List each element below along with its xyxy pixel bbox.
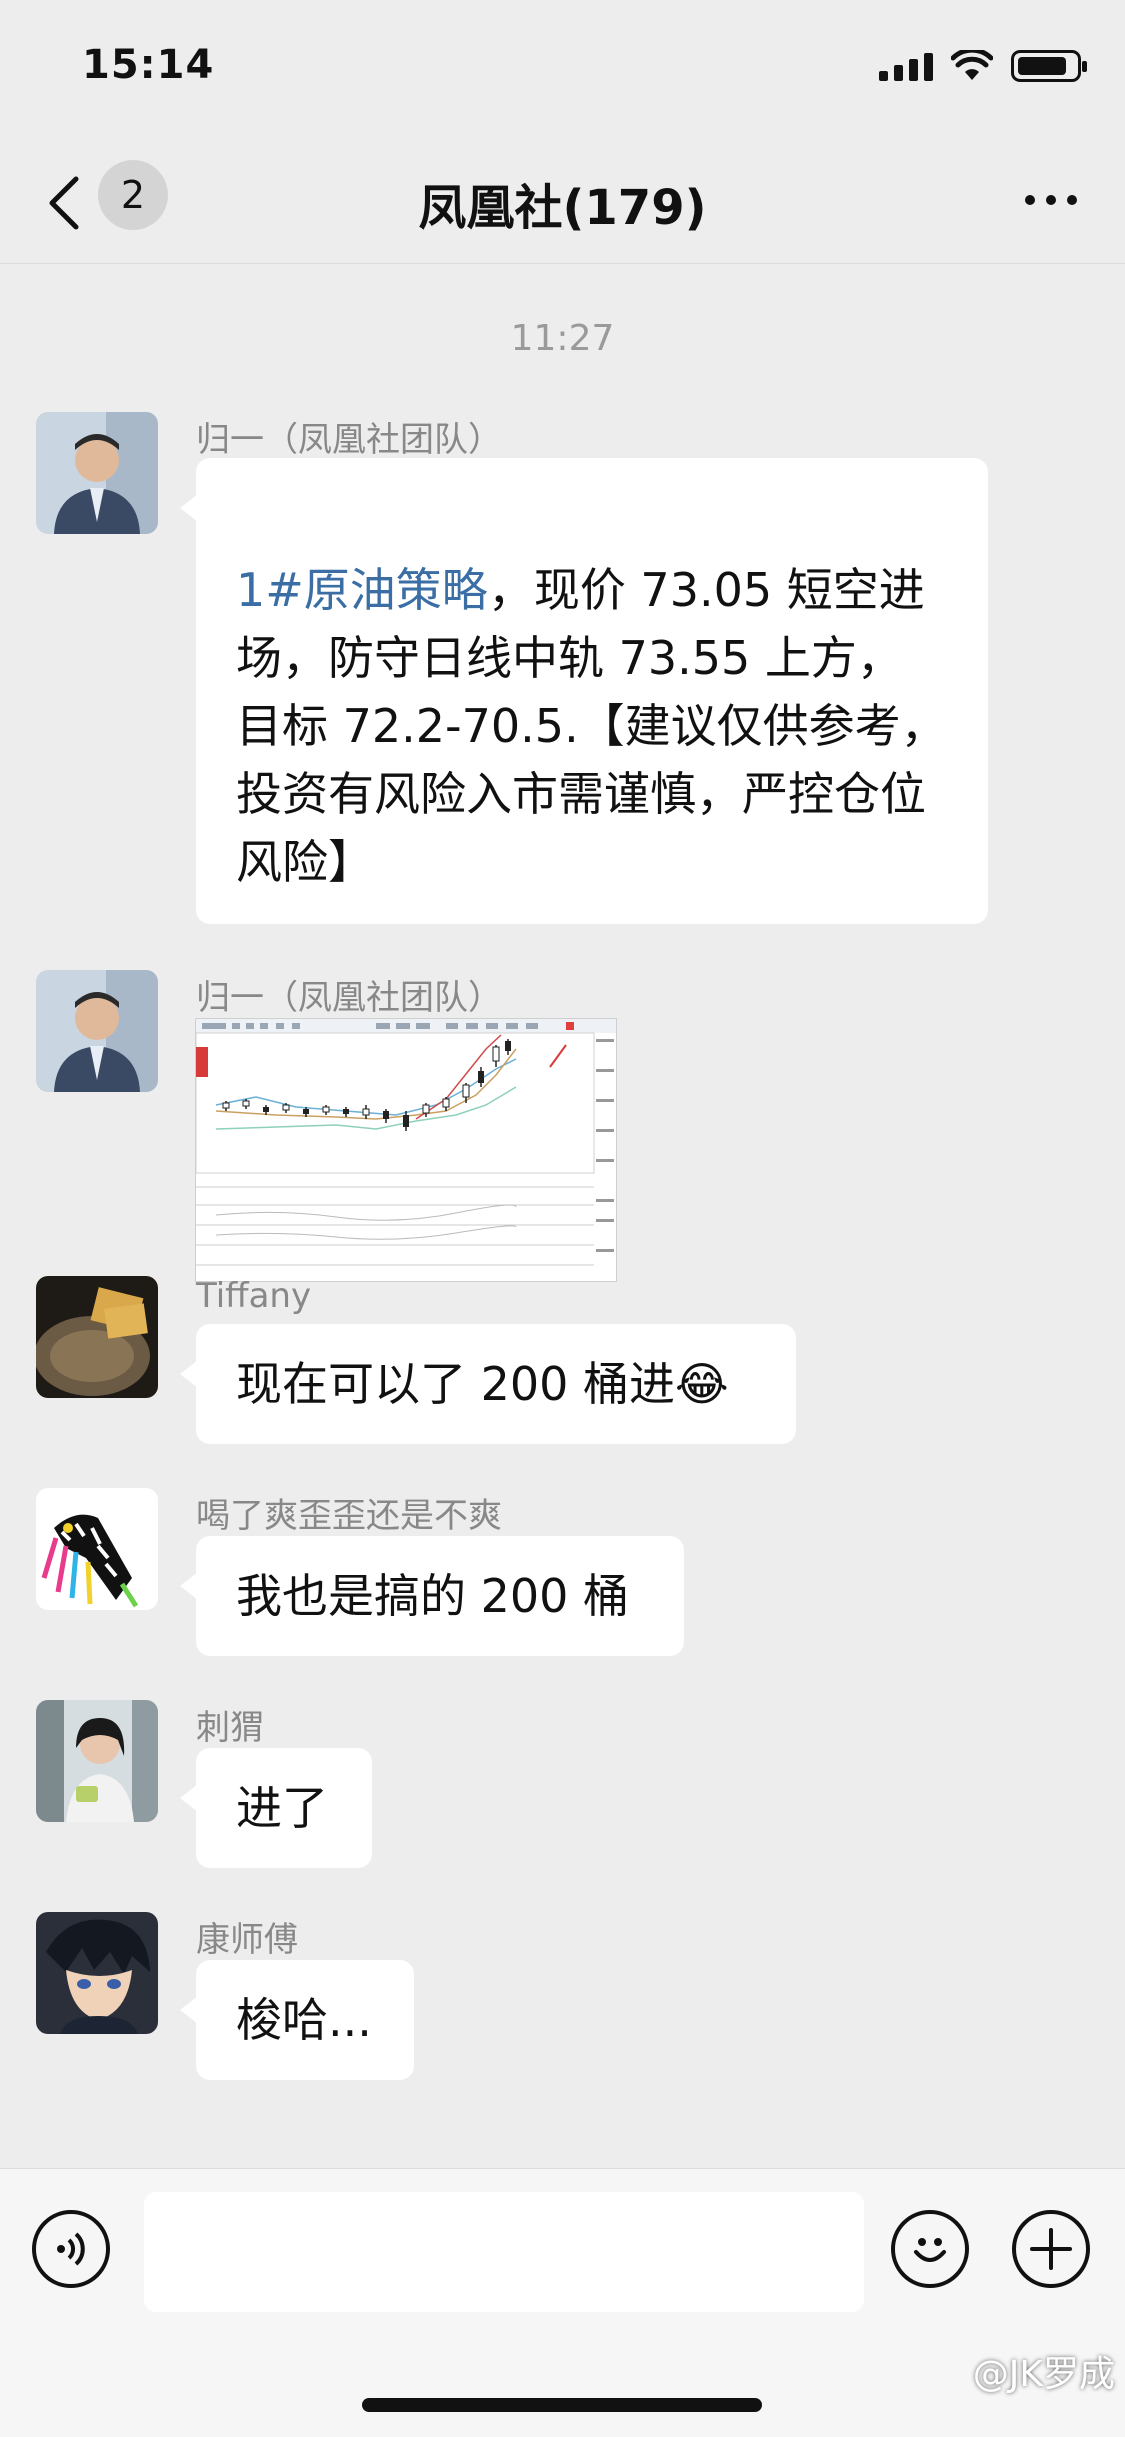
status-bar: 15:14	[0, 0, 1125, 135]
sender-name: 归一（凤凰社团队）	[196, 978, 502, 1018]
status-icons	[879, 50, 1087, 82]
home-indicator[interactable]	[362, 2398, 762, 2412]
status-time: 15:14	[82, 42, 215, 88]
battery-icon	[1011, 50, 1087, 82]
avatar[interactable]	[36, 970, 158, 1092]
emoji-button[interactable]	[891, 2210, 969, 2288]
message-bubble[interactable]: 梭哈...	[180, 1960, 414, 2080]
chat-title: 凤凰社(179)	[418, 180, 707, 236]
hashtag-link[interactable]: 1#原油策略	[236, 563, 488, 617]
plus-icon	[1030, 2228, 1072, 2270]
avatar[interactable]	[36, 1912, 158, 2034]
voice-icon	[57, 2232, 85, 2266]
avatar[interactable]	[36, 412, 158, 534]
wifi-icon	[951, 50, 993, 80]
sender-name: 喝了爽歪歪还是不爽	[196, 1496, 502, 1536]
more-options-icon[interactable]	[1025, 180, 1085, 220]
chart-image-thumbnail[interactable]	[195, 1018, 617, 1282]
avatar[interactable]	[36, 1276, 158, 1398]
cellular-signal-icon	[879, 51, 933, 81]
input-bar	[0, 2168, 1125, 2437]
message-input[interactable]	[144, 2192, 864, 2312]
time-divider: 11:27	[510, 318, 615, 359]
voice-input-button[interactable]	[32, 2210, 110, 2288]
watermark: @JK罗成	[972, 2354, 1115, 2395]
more-functions-button[interactable]	[1012, 2210, 1090, 2288]
message-bubble[interactable]: 我也是搞的 200 桶	[180, 1536, 684, 1656]
sender-name: 康师傅	[196, 1920, 298, 1960]
message-bubble[interactable]: 1#原油策略，现价 73.05 短空进场，防守日线中轨 73.55 上方，目标 …	[180, 458, 988, 924]
message-bubble[interactable]: 现在可以了 200 桶进😂	[180, 1324, 796, 1444]
sender-name: 归一（凤凰社团队）	[196, 420, 502, 460]
avatar[interactable]	[36, 1488, 158, 1610]
sender-name: 刺猬	[196, 1708, 264, 1748]
sender-name: Tiffany	[196, 1276, 312, 1316]
message-bubble[interactable]: 进了	[180, 1748, 372, 1868]
emoji-icon	[914, 2238, 946, 2262]
avatar[interactable]	[36, 1700, 158, 1822]
